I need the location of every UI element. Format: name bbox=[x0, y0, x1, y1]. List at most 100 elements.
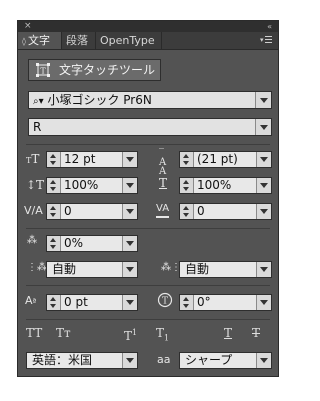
strikethrough-button[interactable]: T bbox=[252, 326, 260, 340]
touch-type-icon: T bbox=[36, 63, 50, 77]
stepper-icon[interactable] bbox=[180, 152, 194, 167]
tracking-icon: VA bbox=[156, 202, 170, 218]
small-caps-button[interactable]: Tт bbox=[56, 326, 71, 340]
subscript-label: T bbox=[156, 326, 165, 340]
superscript-mark: 1 bbox=[132, 328, 138, 337]
chevron-down-icon[interactable] bbox=[256, 262, 271, 277]
close-icon[interactable]: × bbox=[24, 21, 32, 32]
font-search-icon: ⌕▾ bbox=[33, 96, 44, 107]
stepper-icon[interactable] bbox=[47, 178, 61, 193]
tab-paragraph[interactable]: 段落 bbox=[62, 32, 96, 49]
tab-opentype[interactable]: OpenType bbox=[96, 32, 162, 49]
font-style-value: R bbox=[33, 120, 42, 134]
panel-tab-bar: ◊ 文字 段落 OpenType ▾ bbox=[18, 32, 278, 50]
aki-left-icon: ⋮⁂ bbox=[27, 262, 47, 273]
chevron-down-icon[interactable] bbox=[255, 119, 271, 135]
chevron-down-icon[interactable] bbox=[122, 178, 137, 193]
chevron-down-icon[interactable] bbox=[122, 236, 137, 251]
kerning-value: 0 bbox=[64, 204, 72, 218]
tab-label: 段落 bbox=[66, 34, 88, 47]
stepper-icon[interactable] bbox=[180, 295, 194, 310]
chevron-down-icon[interactable] bbox=[122, 295, 137, 310]
chevron-down-icon[interactable] bbox=[122, 204, 137, 219]
all-caps-button[interactable]: TT bbox=[26, 326, 42, 340]
tsume-icon: ⁂ bbox=[27, 235, 37, 246]
language-value: 英語：米国 bbox=[32, 353, 93, 367]
stepper-icon[interactable] bbox=[180, 178, 194, 193]
aki-left-value: 自動 bbox=[52, 262, 77, 276]
baseline-shift-field[interactable]: 0 pt bbox=[46, 294, 138, 311]
font-size-icon: TT bbox=[26, 152, 40, 166]
panel-menu-button[interactable]: ▾ bbox=[260, 35, 272, 45]
antialias-dropdown[interactable]: シャープ bbox=[179, 352, 272, 369]
character-rotation-field[interactable]: 0° bbox=[179, 294, 272, 311]
superscript-button[interactable]: T1 bbox=[124, 326, 137, 343]
horizontal-scale-field[interactable]: 100% bbox=[179, 177, 272, 194]
horizontal-scale-value: 100% bbox=[197, 178, 232, 192]
chevron-down-icon[interactable] bbox=[256, 295, 271, 310]
chevron-down-icon[interactable] bbox=[122, 262, 137, 277]
subscript-mark: 1 bbox=[164, 333, 170, 343]
panel-title-bar: × « bbox=[18, 21, 278, 32]
subscript-button[interactable]: T1 bbox=[156, 326, 169, 345]
stepper-icon[interactable] bbox=[47, 204, 61, 219]
baseline-shift-value: 0 pt bbox=[64, 295, 88, 309]
tsume-field[interactable]: 0% bbox=[46, 235, 138, 252]
leading-value: (21 pt) bbox=[197, 152, 238, 166]
tab-label: OpenType bbox=[100, 34, 155, 47]
chevron-down-icon[interactable] bbox=[256, 152, 271, 167]
antialias-value: シャープ bbox=[185, 353, 233, 367]
divider bbox=[26, 285, 270, 286]
chevron-down-icon[interactable] bbox=[256, 178, 271, 193]
aki-left-dropdown[interactable]: 自動 bbox=[46, 261, 138, 278]
superscript-label: T bbox=[124, 329, 133, 343]
aki-right-value: 自動 bbox=[185, 262, 210, 276]
font-family-value: 小塚ゴシック Pr6N bbox=[47, 93, 152, 107]
language-dropdown[interactable]: 英語：米国 bbox=[26, 352, 138, 369]
stepper-icon[interactable] bbox=[47, 236, 61, 251]
character-panel: × « ◊ 文字 段落 OpenType ▾ T 文字タッチツール ⌕▾ 小塚ゴ… bbox=[17, 20, 279, 377]
font-style-dropdown[interactable]: R bbox=[28, 118, 272, 136]
stepper-icon[interactable] bbox=[47, 152, 61, 167]
kerning-icon: V/A bbox=[24, 204, 43, 217]
vertical-scale-icon: ↕T bbox=[26, 178, 45, 192]
tsume-value: 0% bbox=[64, 236, 84, 250]
touch-type-tool-button[interactable]: T 文字タッチツール bbox=[28, 59, 161, 81]
vertical-scale-field[interactable]: 100% bbox=[46, 177, 138, 194]
divider bbox=[26, 144, 270, 145]
leading-field[interactable]: (21 pt) bbox=[179, 151, 272, 168]
divider bbox=[26, 319, 270, 320]
svg-text:T: T bbox=[162, 297, 168, 307]
font-family-dropdown[interactable]: ⌕▾ 小塚ゴシック Pr6N bbox=[28, 91, 272, 109]
svg-text:T: T bbox=[40, 67, 46, 76]
chevron-down-icon[interactable] bbox=[256, 353, 271, 368]
collapse-panel-icon[interactable]: « bbox=[267, 21, 272, 32]
tab-label: 文字 bbox=[27, 34, 50, 47]
tab-toggle-icon: ◊ bbox=[22, 37, 26, 46]
rotation-value: 0° bbox=[197, 295, 211, 309]
character-rotation-icon: T bbox=[157, 292, 173, 308]
divider bbox=[26, 228, 270, 229]
baseline-shift-icon: Aª bbox=[25, 294, 37, 307]
antialias-icon: aa bbox=[157, 353, 171, 366]
stepper-icon[interactable] bbox=[180, 204, 194, 219]
tracking-field[interactable]: 0 bbox=[179, 203, 272, 220]
font-size-field[interactable]: 12 pt bbox=[46, 151, 138, 168]
menu-arrow-icon: ▾ bbox=[260, 36, 264, 44]
touch-type-label: 文字タッチツール bbox=[59, 63, 156, 77]
chevron-down-icon[interactable] bbox=[122, 353, 137, 368]
font-family-value-wrap: ⌕▾ 小塚ゴシック Pr6N bbox=[33, 92, 152, 110]
leading-icon: ‾ A A bbox=[159, 148, 167, 177]
chevron-down-icon[interactable] bbox=[122, 152, 137, 167]
menu-icon bbox=[265, 36, 272, 45]
kerning-field[interactable]: 0 bbox=[46, 203, 138, 220]
vertical-scale-value: 100% bbox=[64, 178, 99, 192]
aki-right-dropdown[interactable]: 自動 bbox=[179, 261, 272, 278]
chevron-down-icon[interactable] bbox=[255, 92, 271, 108]
tab-character[interactable]: ◊ 文字 bbox=[18, 32, 62, 49]
tracking-value: 0 bbox=[197, 204, 205, 218]
font-size-value: 12 pt bbox=[64, 152, 96, 166]
underline-button[interactable]: T bbox=[224, 326, 232, 340]
stepper-icon[interactable] bbox=[47, 295, 61, 310]
chevron-down-icon[interactable] bbox=[256, 204, 271, 219]
